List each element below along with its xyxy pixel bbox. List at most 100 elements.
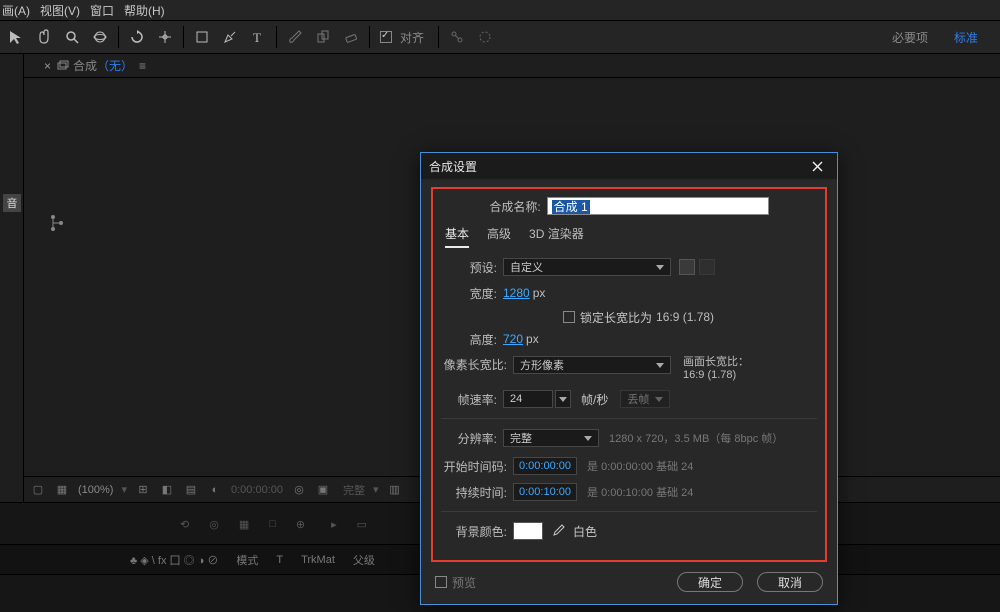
menu-window[interactable]: 窗口 bbox=[90, 2, 114, 19]
pen-tool-icon[interactable] bbox=[218, 25, 242, 49]
col-parent[interactable]: 父级 bbox=[353, 552, 375, 568]
fps-input[interactable]: 24 bbox=[503, 390, 553, 408]
composition-settings-dialog: 合成设置 合成名称: 合成 1 基本 高级 3D 渲染器 预设: 自定义 bbox=[420, 152, 838, 605]
dialog-tabs: 基本 高级 3D 渲染器 bbox=[441, 225, 817, 248]
delete-preset-icon[interactable] bbox=[699, 259, 715, 275]
roto-tool-icon[interactable] bbox=[473, 25, 497, 49]
lock-aspect-checkbox[interactable] bbox=[563, 311, 575, 323]
workspace-essentials[interactable]: 必要项 bbox=[892, 29, 928, 46]
tab-renderer[interactable]: 3D 渲染器 bbox=[529, 225, 584, 248]
tab-basic[interactable]: 基本 bbox=[445, 225, 469, 248]
tl-ico-4[interactable]: □ bbox=[269, 518, 276, 530]
fps-drop-value: 丢帧 bbox=[627, 391, 649, 407]
rotate-tool-icon[interactable] bbox=[125, 25, 149, 49]
tl-ico-5[interactable]: ⊕ bbox=[296, 518, 305, 531]
preview-label: 预览 bbox=[452, 574, 476, 591]
res-dropdown[interactable]: 完整 bbox=[503, 429, 599, 447]
bg-color-swatch[interactable] bbox=[513, 522, 543, 540]
snap-checkbox-icon bbox=[380, 31, 392, 43]
comp-tabstrip: × 合成 （无） ≡ bbox=[24, 54, 1000, 78]
tl-ico-6[interactable]: ▭ bbox=[357, 518, 367, 531]
dialog-footer: 预览 确定 取消 bbox=[421, 562, 837, 604]
puppet-tool-icon[interactable] bbox=[445, 25, 469, 49]
menu-help[interactable]: 帮助(H) bbox=[124, 2, 165, 19]
view-layout-icon[interactable]: ▥ bbox=[387, 482, 403, 498]
snapshot-icon[interactable]: ◎ bbox=[291, 482, 307, 498]
res-label: 分辨率: bbox=[441, 430, 503, 447]
start-label: 开始时间码: bbox=[441, 458, 513, 475]
preset-label: 预设: bbox=[441, 259, 503, 276]
close-icon[interactable] bbox=[805, 154, 829, 178]
audio-panel-tab[interactable]: 音 bbox=[3, 194, 21, 212]
text-tool-icon[interactable]: T bbox=[246, 25, 270, 49]
left-dock: 音 bbox=[0, 54, 24, 502]
snap-toggle[interactable]: 对齐 bbox=[380, 29, 424, 46]
camera-icon[interactable]: ▣ bbox=[315, 482, 331, 498]
start-timecode-input[interactable]: 0:00:00:00 bbox=[513, 457, 577, 475]
col-trkmat-t: T bbox=[276, 554, 283, 566]
lock-aspect-label: 锁定长宽比为 bbox=[580, 309, 652, 326]
selection-tool-icon[interactable] bbox=[4, 25, 28, 49]
snap-label: 对齐 bbox=[400, 29, 424, 46]
cancel-button[interactable]: 取消 bbox=[757, 572, 823, 592]
anchor-tool-icon[interactable] bbox=[153, 25, 177, 49]
tool-bar: T 对齐 必要项 标准 bbox=[0, 20, 1000, 54]
comp-name-label: 合成名称: bbox=[489, 198, 546, 215]
eraser-tool-icon[interactable] bbox=[339, 25, 363, 49]
flow-icon bbox=[50, 214, 64, 232]
par-dropdown[interactable]: 方形像素 bbox=[513, 356, 671, 374]
alpha-icon[interactable]: ▦ bbox=[54, 482, 70, 498]
zoom-tool-icon[interactable] bbox=[60, 25, 84, 49]
mask-mode-icon[interactable]: ▢ bbox=[30, 482, 46, 498]
preset-value: 自定义 bbox=[510, 259, 543, 275]
fps-label: 帧速率: bbox=[441, 391, 503, 408]
width-label: 宽度: bbox=[441, 285, 503, 302]
exposure-icon[interactable]: ◐ bbox=[207, 482, 223, 498]
duration-input[interactable]: 0:00:10:00 bbox=[513, 483, 577, 501]
layers-icon bbox=[57, 60, 69, 72]
col-trkmat[interactable]: TrkMat bbox=[301, 554, 335, 566]
menu-anim[interactable]: 画(A) bbox=[2, 2, 30, 19]
bg-color-name: 白色 bbox=[573, 523, 597, 540]
shape-tool-icon[interactable] bbox=[190, 25, 214, 49]
par-value: 方形像素 bbox=[520, 357, 564, 373]
dialog-titlebar[interactable]: 合成设置 bbox=[421, 153, 837, 179]
panel-menu-icon[interactable]: ≡ bbox=[139, 59, 146, 73]
comp-name-input[interactable]: 合成 1 bbox=[547, 197, 769, 215]
dur-label: 持续时间: bbox=[441, 484, 513, 501]
height-value[interactable]: 720 bbox=[503, 332, 523, 346]
frame-aspect-label: 画面长宽比： bbox=[683, 356, 749, 369]
guides-icon[interactable]: ▤ bbox=[183, 482, 199, 498]
close-tab-icon[interactable]: × bbox=[44, 59, 51, 73]
height-unit: px bbox=[526, 332, 539, 346]
width-value[interactable]: 1280 bbox=[503, 286, 530, 300]
preset-dropdown[interactable]: 自定义 bbox=[503, 258, 671, 276]
channel-icon[interactable]: ◧ bbox=[159, 482, 175, 498]
brush-tool-icon[interactable] bbox=[283, 25, 307, 49]
dialog-title-text: 合成设置 bbox=[429, 158, 477, 175]
tl-ico-2[interactable]: ◎ bbox=[209, 518, 219, 531]
tab-advanced[interactable]: 高级 bbox=[487, 225, 511, 248]
tl-ico-1[interactable]: ⟲ bbox=[180, 518, 189, 531]
clone-tool-icon[interactable] bbox=[311, 25, 335, 49]
preview-toggle[interactable]: 预览 bbox=[435, 574, 476, 591]
menu-bar: 画(A) 视图(V) 窗口 帮助(H) bbox=[0, 0, 1000, 20]
footer-timecode[interactable]: 0:00:00:00 bbox=[231, 484, 283, 496]
ok-button[interactable]: 确定 bbox=[677, 572, 743, 592]
hand-tool-icon[interactable] bbox=[32, 25, 56, 49]
workspace-standard[interactable]: 标准 bbox=[954, 29, 978, 46]
fps-unit: 帧/秒 bbox=[581, 391, 608, 408]
svg-text:T: T bbox=[253, 30, 261, 44]
fps-value: 24 bbox=[510, 393, 522, 405]
zoom-level[interactable]: (100%) bbox=[78, 484, 113, 496]
col-mode[interactable]: 模式 bbox=[236, 552, 258, 568]
res-icon[interactable]: ⊞ bbox=[135, 482, 151, 498]
save-preset-icon[interactable] bbox=[679, 259, 695, 275]
eyedropper-icon[interactable] bbox=[549, 522, 567, 540]
tl-ico-3[interactable]: ▦ bbox=[239, 518, 249, 531]
bg-label: 背景颜色: bbox=[441, 523, 513, 540]
menu-view[interactable]: 视图(V) bbox=[40, 2, 80, 19]
footer-quality[interactable]: 完整 bbox=[343, 482, 365, 498]
fps-stepper[interactable] bbox=[555, 390, 571, 408]
orbit-tool-icon[interactable] bbox=[88, 25, 112, 49]
